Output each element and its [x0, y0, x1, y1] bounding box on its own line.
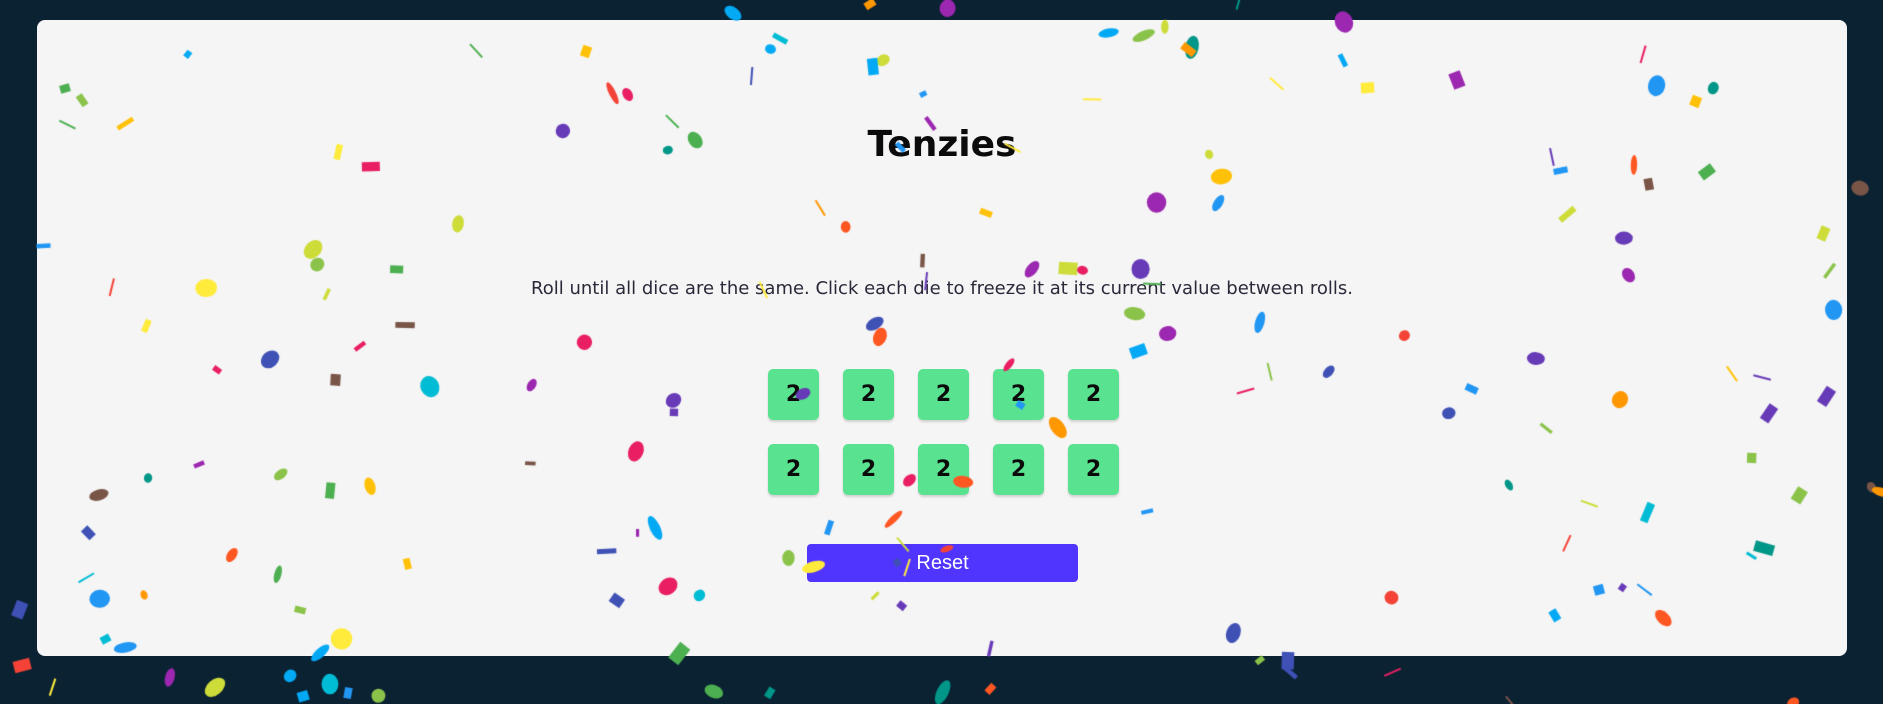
game-card: Tenzies Roll until all dice are the same… — [37, 20, 1847, 656]
reset-button[interactable]: Reset — [807, 544, 1078, 582]
instructions-text: Roll until all dice are the same. Click … — [531, 278, 1353, 299]
die[interactable]: 2 — [768, 369, 819, 420]
die[interactable]: 2 — [993, 369, 1044, 420]
die[interactable]: 2 — [843, 369, 894, 420]
die[interactable]: 2 — [768, 444, 819, 495]
die[interactable]: 2 — [993, 444, 1044, 495]
die[interactable]: 2 — [918, 369, 969, 420]
die[interactable]: 2 — [918, 444, 969, 495]
page-title: Tenzies — [867, 124, 1017, 165]
die[interactable]: 2 — [843, 444, 894, 495]
die[interactable]: 2 — [1068, 444, 1119, 495]
die[interactable]: 2 — [1068, 369, 1119, 420]
dice-grid: 2 2 2 2 2 2 2 2 2 2 — [768, 369, 1119, 495]
